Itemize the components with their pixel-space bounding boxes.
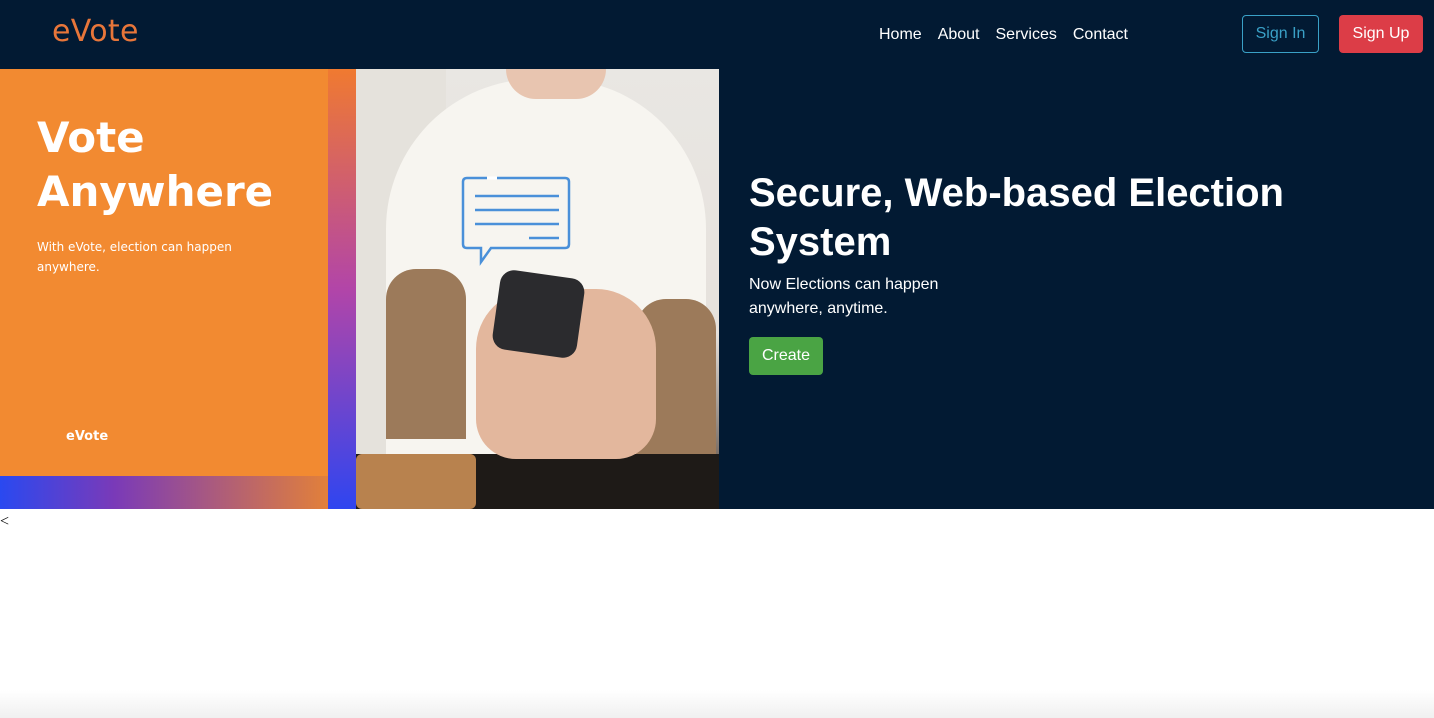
nav-link-contact[interactable]: Contact [1073, 25, 1128, 44]
nav-link-about[interactable]: About [938, 25, 980, 44]
sign-in-button[interactable]: Sign In [1242, 15, 1319, 53]
gradient-bar [328, 69, 356, 509]
stray-text: < [0, 513, 10, 530]
photo-neck [506, 69, 606, 99]
bottom-shadow [0, 690, 1434, 718]
navbar: eVote Home About Services Contact Sign I… [0, 0, 1434, 69]
photo-keyboard [356, 454, 476, 509]
nav-links: Home About Services Contact [879, 25, 1128, 44]
photo-phone [490, 268, 587, 360]
hero-description: Now Elections can happen anywhere, anyti… [749, 276, 939, 317]
image-subtitle: With eVote, election can happen anywhere… [37, 240, 232, 274]
image-brand: eVote [66, 429, 109, 444]
gradient-strip [0, 476, 328, 509]
hero-title: Secure, Web-based Election System [749, 171, 1284, 264]
nav-link-services[interactable]: Services [996, 25, 1057, 44]
hero-photo [356, 69, 719, 509]
image-title: Vote Anywhere [37, 113, 274, 216]
photo-left-sleeve [386, 269, 466, 439]
hero-section: Vote Anywhere With eVote, election can h… [0, 69, 1434, 509]
create-button[interactable]: Create [749, 337, 823, 375]
brand-logo[interactable]: eVote [52, 14, 139, 49]
sign-up-button[interactable]: Sign Up [1339, 15, 1423, 53]
hero-image: Vote Anywhere With eVote, election can h… [0, 69, 719, 509]
nav-link-home[interactable]: Home [879, 25, 922, 44]
chat-bubble-icon [461, 176, 571, 266]
